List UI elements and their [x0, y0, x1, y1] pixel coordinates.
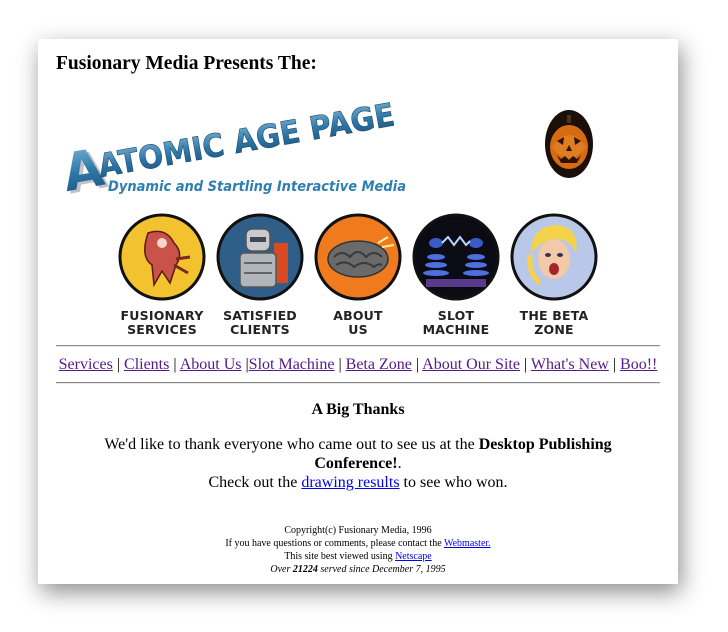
fusionary-services-link[interactable]: FUSIONARY SERVICES [113, 213, 211, 343]
icon-caption: FUSIONARY SERVICES [120, 308, 204, 337]
webmaster-link[interactable]: Webmaster. [444, 538, 491, 549]
icon-caption: ABOUT US [333, 308, 383, 337]
atomic-age-page-logo: A A ATOMIC AGE PAGE Dynamic and Startlin… [58, 95, 406, 199]
alien-creature-icon [118, 213, 206, 301]
slot-machine-link[interactable]: SLOT MACHINE [407, 213, 505, 343]
presents-heading: Fusionary Media Presents The: [56, 53, 317, 74]
beta-zone-link[interactable]: THE BETA ZONE [505, 213, 603, 343]
nav-slot-machine-link[interactable]: Slot Machine [249, 356, 335, 373]
logo-title: ATOMIC AGE PAGE [95, 95, 397, 185]
nav-services-link[interactable]: Services [59, 356, 113, 373]
nav-separator: | [523, 356, 528, 373]
screaming-woman-icon [510, 213, 598, 301]
nav-clients-link[interactable]: Clients [124, 356, 169, 373]
results-text: Check out the [208, 474, 302, 491]
nav-separator: | [612, 356, 617, 373]
robot-icon [216, 213, 304, 301]
nav-bar: Services | Clients | About Us |Slot Mach… [38, 356, 678, 374]
nav-separator: | [173, 356, 177, 373]
nav-whats-new-link[interactable]: What's New [531, 356, 609, 373]
thanks-text-end: . [397, 455, 402, 472]
thanks-body: We'd like to thank everyone who came out… [98, 435, 618, 492]
nav-beta-zone-link[interactable]: Beta Zone [346, 356, 412, 373]
nav-separator: | [116, 356, 121, 373]
hit-counter: 21224 [292, 564, 318, 575]
hit-counter-line: Over 21224 served since December 7, 1995 [38, 563, 678, 576]
tesla-coil-icon [412, 213, 500, 301]
counter-suffix: served since December 7, 1995 [317, 564, 446, 575]
jack-o-lantern-icon[interactable] [544, 109, 594, 179]
satisfied-clients-link[interactable]: SATISFIED CLIENTS [211, 213, 309, 343]
logo-tagline: Dynamic and Startling Interactive Media [108, 179, 406, 195]
about-us-link[interactable]: ABOUT US [309, 213, 407, 343]
netscape-link[interactable]: Netscape [395, 551, 432, 562]
nav-boo-link[interactable]: Boo!! [620, 356, 657, 373]
browser-line: This site best viewed using Netscape [38, 550, 678, 563]
nav-separator: | [415, 356, 420, 373]
divider-bottom [56, 382, 660, 384]
brain-icon [314, 213, 402, 301]
nav-about-our-site-link[interactable]: About Our Site [422, 356, 520, 373]
contact-line: If you have questions or comments, pleas… [38, 537, 678, 550]
browser-text: This site best viewed using [284, 551, 396, 562]
icon-caption: SLOT MACHINE [422, 308, 490, 337]
counter-prefix: Over [270, 564, 293, 575]
thanks-heading: A Big Thanks [311, 401, 405, 418]
copyright-text: Copyright(c) Fusionary Media, 1996 [284, 525, 432, 536]
page: Fusionary Media Presents The: A A ATOMIC… [38, 39, 678, 584]
contact-text: If you have questions or comments, pleas… [225, 538, 444, 549]
nav-about-us-link[interactable]: About Us [180, 356, 242, 373]
icon-caption: SATISFIED CLIENTS [223, 308, 297, 337]
drawing-results-link[interactable]: drawing results [301, 474, 399, 491]
results-text-end: to see who won. [399, 474, 508, 491]
icon-caption: THE BETA ZONE [519, 308, 589, 337]
divider-top [56, 345, 660, 347]
nav-separator: | [338, 356, 342, 373]
footer: Copyright(c) Fusionary Media, 1996 If yo… [38, 524, 678, 576]
thanks-text: We'd like to thank everyone who came out… [104, 436, 479, 453]
